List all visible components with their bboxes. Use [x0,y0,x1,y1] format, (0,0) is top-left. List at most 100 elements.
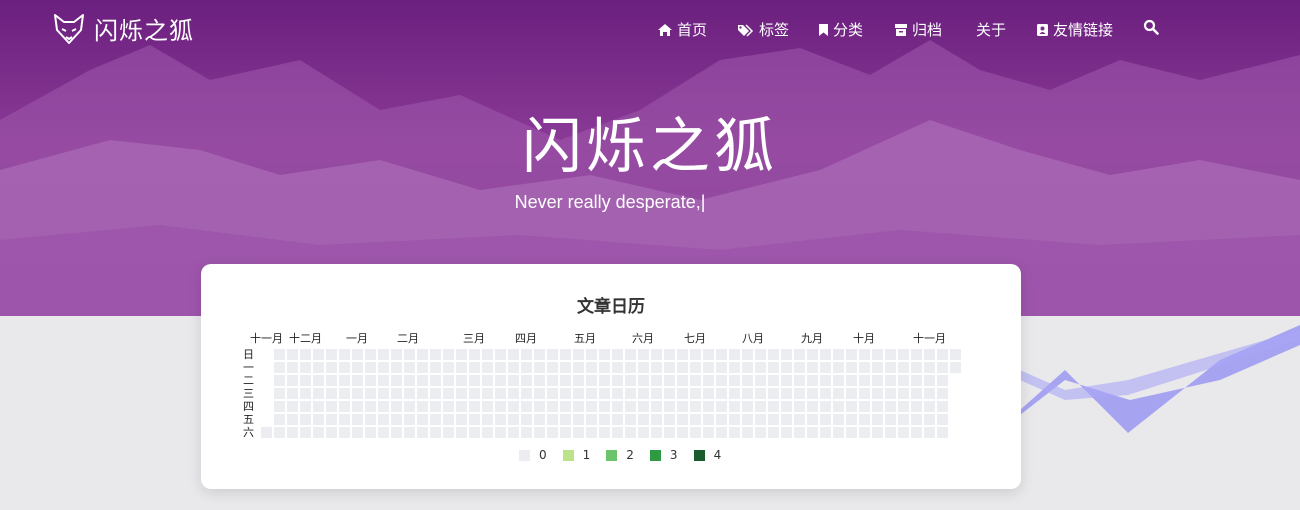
calendar-day-cell [937,427,948,438]
nav-search[interactable] [1143,19,1159,35]
calendar-day-cell [573,401,584,412]
calendar-day-cell [651,362,662,373]
month-label: 六月 [632,332,654,345]
calendar-day-cell [872,414,883,425]
month-label: 一月 [346,332,368,345]
calendar-day-cell [638,362,649,373]
tags-icon [738,23,754,37]
calendar-day-cell [365,349,376,360]
month-label: 八月 [742,332,764,345]
calendar-day-cell [859,375,870,386]
legend-swatch [606,449,618,461]
calendar-day-cell [690,427,701,438]
calendar-day-cell [690,414,701,425]
nav-tags[interactable]: 标签 [737,19,789,40]
calendar-day-cell [560,427,571,438]
calendar-day-cell [508,414,519,425]
calendar-day-cell [547,375,558,386]
calendar-day-cell [716,362,727,373]
nav-categories[interactable]: 分类 [818,19,863,40]
calendar-day-cell [625,388,636,399]
legend-label: 4 [713,448,722,462]
calendar-day-cell [560,401,571,412]
month-label: 五月 [574,332,596,345]
calendar-day-cell [586,375,597,386]
calendar-day-cell [534,349,545,360]
calendar-day-cell [287,401,298,412]
calendar-day-cell [638,401,649,412]
calendar-day-cell [768,375,779,386]
calendar-day-cell [807,375,818,386]
calendar-day-cell [846,375,857,386]
legend-label: 1 [582,448,591,462]
calendar-day-cell [326,414,337,425]
calendar-day-cell [703,362,714,373]
calendar-day-cell [898,401,909,412]
calendar-day-cell [521,362,532,373]
weekday-label: 三 [243,387,254,400]
calendar-day-cell [820,349,831,360]
calendar-day-cell [742,349,753,360]
calendar-day-cell [300,362,311,373]
calendar-heatmap-grid [261,349,961,439]
calendar-day-cell [716,401,727,412]
calendar-day-cell [339,401,350,412]
calendar-day-cell [729,375,740,386]
calendar-day-cell [924,414,935,425]
calendar-day-cell [794,427,805,438]
calendar-day-cell [443,401,454,412]
calendar-day-cell [781,401,792,412]
calendar-day-cell [846,362,857,373]
calendar-day-cell [924,401,935,412]
calendar-day-cell [781,362,792,373]
calendar-day-cell [664,414,675,425]
calendar-day-cell [820,375,831,386]
calendar-day-cell [508,375,519,386]
calendar-day-cell [274,414,285,425]
calendar-day-cell [586,414,597,425]
calendar-day-cell [794,414,805,425]
calendar-day-cell [690,388,701,399]
calendar-day-cell [352,414,363,425]
calendar-day-cell [742,388,753,399]
brand[interactable]: 闪烁之狐 [52,11,194,46]
calendar-day-cell [586,349,597,360]
calendar-day-cell [586,362,597,373]
calendar-day-cell [768,401,779,412]
calendar-day-cell [378,388,389,399]
calendar-day-cell [521,414,532,425]
calendar-day-cell [885,427,896,438]
nav-archives[interactable]: 归档 [894,19,942,40]
calendar-day-cell [365,414,376,425]
calendar-day-cell [781,388,792,399]
calendar-day-cell [833,401,844,412]
calendar-day-cell [703,401,714,412]
calendar-day-cell [729,349,740,360]
nav-friends[interactable]: 友情链接 [1036,19,1113,40]
article-calendar-card: 文章日历 十一月 十二月 一月 二月 三月 四月 五月 六月 七月 八月 九月 … [201,264,1021,489]
calendar-day-cell [716,427,727,438]
calendar-day-cell [300,427,311,438]
calendar-day-cell [755,362,766,373]
calendar-day-cell [547,362,558,373]
nav-home[interactable]: 首页 [657,19,707,40]
calendar-day-cell [794,375,805,386]
calendar-day-cell [456,414,467,425]
calendar-day-cell [378,427,389,438]
calendar-day-cell [833,388,844,399]
calendar-day-cell [742,427,753,438]
calendar-day-cell [729,414,740,425]
calendar-day-cell [599,427,610,438]
nav-about[interactable]: 关于 [976,19,1006,40]
calendar-day-cell [560,414,571,425]
nav-about-label: 关于 [976,21,1007,39]
calendar-day-cell [833,349,844,360]
calendar-day-cell [456,349,467,360]
calendar-day-cell [911,388,922,399]
calendar-day-cell [560,349,571,360]
calendar-day-cell [924,375,935,386]
legend-label: 3 [669,448,678,462]
calendar-day-cell [729,388,740,399]
calendar-day-cell [430,349,441,360]
calendar-day-cell [430,362,441,373]
